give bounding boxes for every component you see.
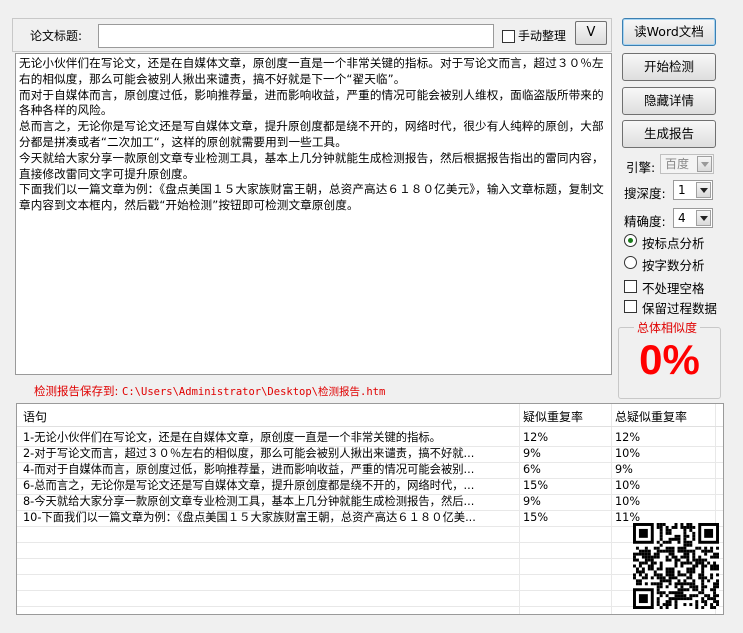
sentence-cell: 10-下面我们以一篇文章为例：《盘点美国１５大家族财富王朝，总资产高达６１８０亿… <box>23 511 476 524</box>
paper-title-label: 论文标题: <box>30 29 83 43</box>
depth-select[interactable]: 1 <box>673 180 713 200</box>
char-analysis-label: 按字数分析 <box>642 258 705 273</box>
paragraph: 而对于自媒体而言，原创度过低，影响推荐量，进而影响收益，严重的情况可能会被别人维… <box>19 87 604 118</box>
table-row[interactable]: 10-下面我们以一篇文章为例：《盘点美国１５大家族财富王朝，总资产高达６１８０亿… <box>17 510 723 527</box>
total-dup-rate-cell: 10% <box>615 447 641 460</box>
manual-organize-checkbox[interactable] <box>502 30 515 43</box>
header-total-dup-rate[interactable]: 总疑似重复率 <box>615 406 715 428</box>
engine-value: 百度 <box>665 157 690 171</box>
sentence-cell: 6-总而言之，无论你是写论文还是写自媒体文章，提升原创度都是绕不开的，网络时代，… <box>23 479 475 492</box>
similarity-label: 总体相似度 <box>634 319 701 336</box>
table-row <box>17 590 723 607</box>
ignore-space-checkbox[interactable] <box>624 280 637 293</box>
depth-value: 1 <box>678 183 686 197</box>
keep-data-label: 保留过程数据 <box>642 301 718 316</box>
depth-label: 搜深度: <box>624 186 666 201</box>
sentence-cell: 8-今天就给大家分享一款原创文章专业检测工具，基本上几分钟就能生成检测报告，然后… <box>23 495 475 508</box>
paragraph: 今天就给大家分享一款原创文章专业检测工具，基本上几分钟就能生成检测报告，然后根据… <box>19 150 604 181</box>
precision-value: 4 <box>678 211 686 225</box>
results-table[interactable]: 语句 疑似重复率 总疑似重复率 1-无论小伙伴们在写论文，还是在自媒体文章，原创… <box>16 403 724 615</box>
table-row <box>17 574 723 591</box>
engine-select[interactable]: 百度 <box>660 154 714 174</box>
paragraph: 无论小伙伴们在写论文，还是在自媒体文章，原创度一直是一个非常关键的指标。对于写论… <box>19 56 604 86</box>
sentence-cell: 1-无论小伙伴们在写论文，还是在自媒体文章，原创度一直是一个非常关键的指标。 <box>23 431 441 444</box>
total-dup-rate-cell: 12% <box>615 431 641 444</box>
table-row <box>17 542 723 559</box>
header-sentence[interactable]: 语句 <box>23 406 519 428</box>
save-path-value: C:\Users\Administrator\Desktop\检测报告.htm <box>122 386 386 398</box>
generate-report-button[interactable]: 生成报告 <box>622 120 716 148</box>
start-check-button[interactable]: 开始检测 <box>622 53 716 81</box>
similarity-value: 0% <box>639 336 700 383</box>
dup-rate-cell: 6% <box>523 463 541 476</box>
header-dup-rate[interactable]: 疑似重复率 <box>523 406 611 428</box>
ignore-space-label: 不处理空格 <box>642 281 705 296</box>
table-row <box>17 558 723 575</box>
precision-select[interactable]: 4 <box>673 208 713 228</box>
paragraph: 总而言之，无论你是写论文还是写自媒体文章，提升原创度都是绕不开的，网络时代，很少… <box>19 119 604 149</box>
save-path-label: 检测报告保存到: <box>34 384 119 398</box>
table-row[interactable]: 2-对于写论文而言，超过３０％左右的相似度，那么可能会被别人揪出来谴责，搞不好就… <box>17 446 723 463</box>
char-analysis-radio[interactable] <box>624 256 637 269</box>
hide-details-button[interactable]: 隐藏详情 <box>622 87 716 115</box>
chevron-down-icon <box>696 210 711 226</box>
paper-title-input[interactable] <box>98 24 494 48</box>
table-header: 语句 疑似重复率 总疑似重复率 <box>17 404 723 427</box>
dup-rate-cell: 15% <box>523 479 549 492</box>
sentence-cell: 4-而对于自媒体而言，原创度过低，影响推荐量，进而影响收益，严重的情况可能会被别… <box>23 463 475 476</box>
keep-data-checkbox[interactable] <box>624 300 637 313</box>
table-row <box>17 526 723 543</box>
qr-code-image <box>633 523 719 609</box>
sentence-cell: 2-对于写论文而言，超过３０％左右的相似度，那么可能会被别人揪出来谴责，搞不好就… <box>23 447 475 460</box>
read-word-button[interactable]: 读Word文档 <box>622 18 716 46</box>
table-row[interactable]: 4-而对于自媒体而言，原创度过低，影响推荐量，进而影响收益，严重的情况可能会被别… <box>17 462 723 479</box>
table-row[interactable]: 6-总而言之，无论你是写论文还是写自媒体文章，提升原创度都是绕不开的，网络时代，… <box>17 478 723 495</box>
dup-rate-cell: 9% <box>523 495 541 508</box>
expand-button[interactable]: V <box>575 21 607 45</box>
chevron-down-icon <box>697 156 712 172</box>
total-dup-rate-cell: 10% <box>615 495 641 508</box>
report-save-path: 检测报告保存到: C:\Users\Administrator\Desktop\… <box>34 383 385 399</box>
precision-label: 精确度: <box>624 214 666 229</box>
total-dup-rate-cell: 9% <box>615 463 633 476</box>
chevron-down-icon <box>696 182 711 198</box>
dup-rate-cell: 15% <box>523 511 549 524</box>
punct-analysis-radio[interactable] <box>624 234 637 247</box>
dup-rate-cell: 9% <box>523 447 541 460</box>
table-row[interactable]: 1-无论小伙伴们在写论文，还是在自媒体文章，原创度一直是一个非常关键的指标。 1… <box>17 430 723 447</box>
punct-analysis-label: 按标点分析 <box>642 236 705 251</box>
engine-label: 引擎: <box>626 160 656 175</box>
article-text-area[interactable]: 无论小伙伴们在写论文，还是在自媒体文章，原创度一直是一个非常关键的指标。对于写论… <box>15 53 612 375</box>
table-row[interactable]: 8-今天就给大家分享一款原创文章专业检测工具，基本上几分钟就能生成检测报告，然后… <box>17 494 723 511</box>
paragraph: 下面我们以一篇文章为例：《盘点美国１５大家族财富王朝，总资产高达６１８０亿美元》… <box>19 182 604 213</box>
dup-rate-cell: 12% <box>523 431 549 444</box>
manual-organize-label: 手动整理 <box>518 29 567 43</box>
total-dup-rate-cell: 10% <box>615 479 641 492</box>
